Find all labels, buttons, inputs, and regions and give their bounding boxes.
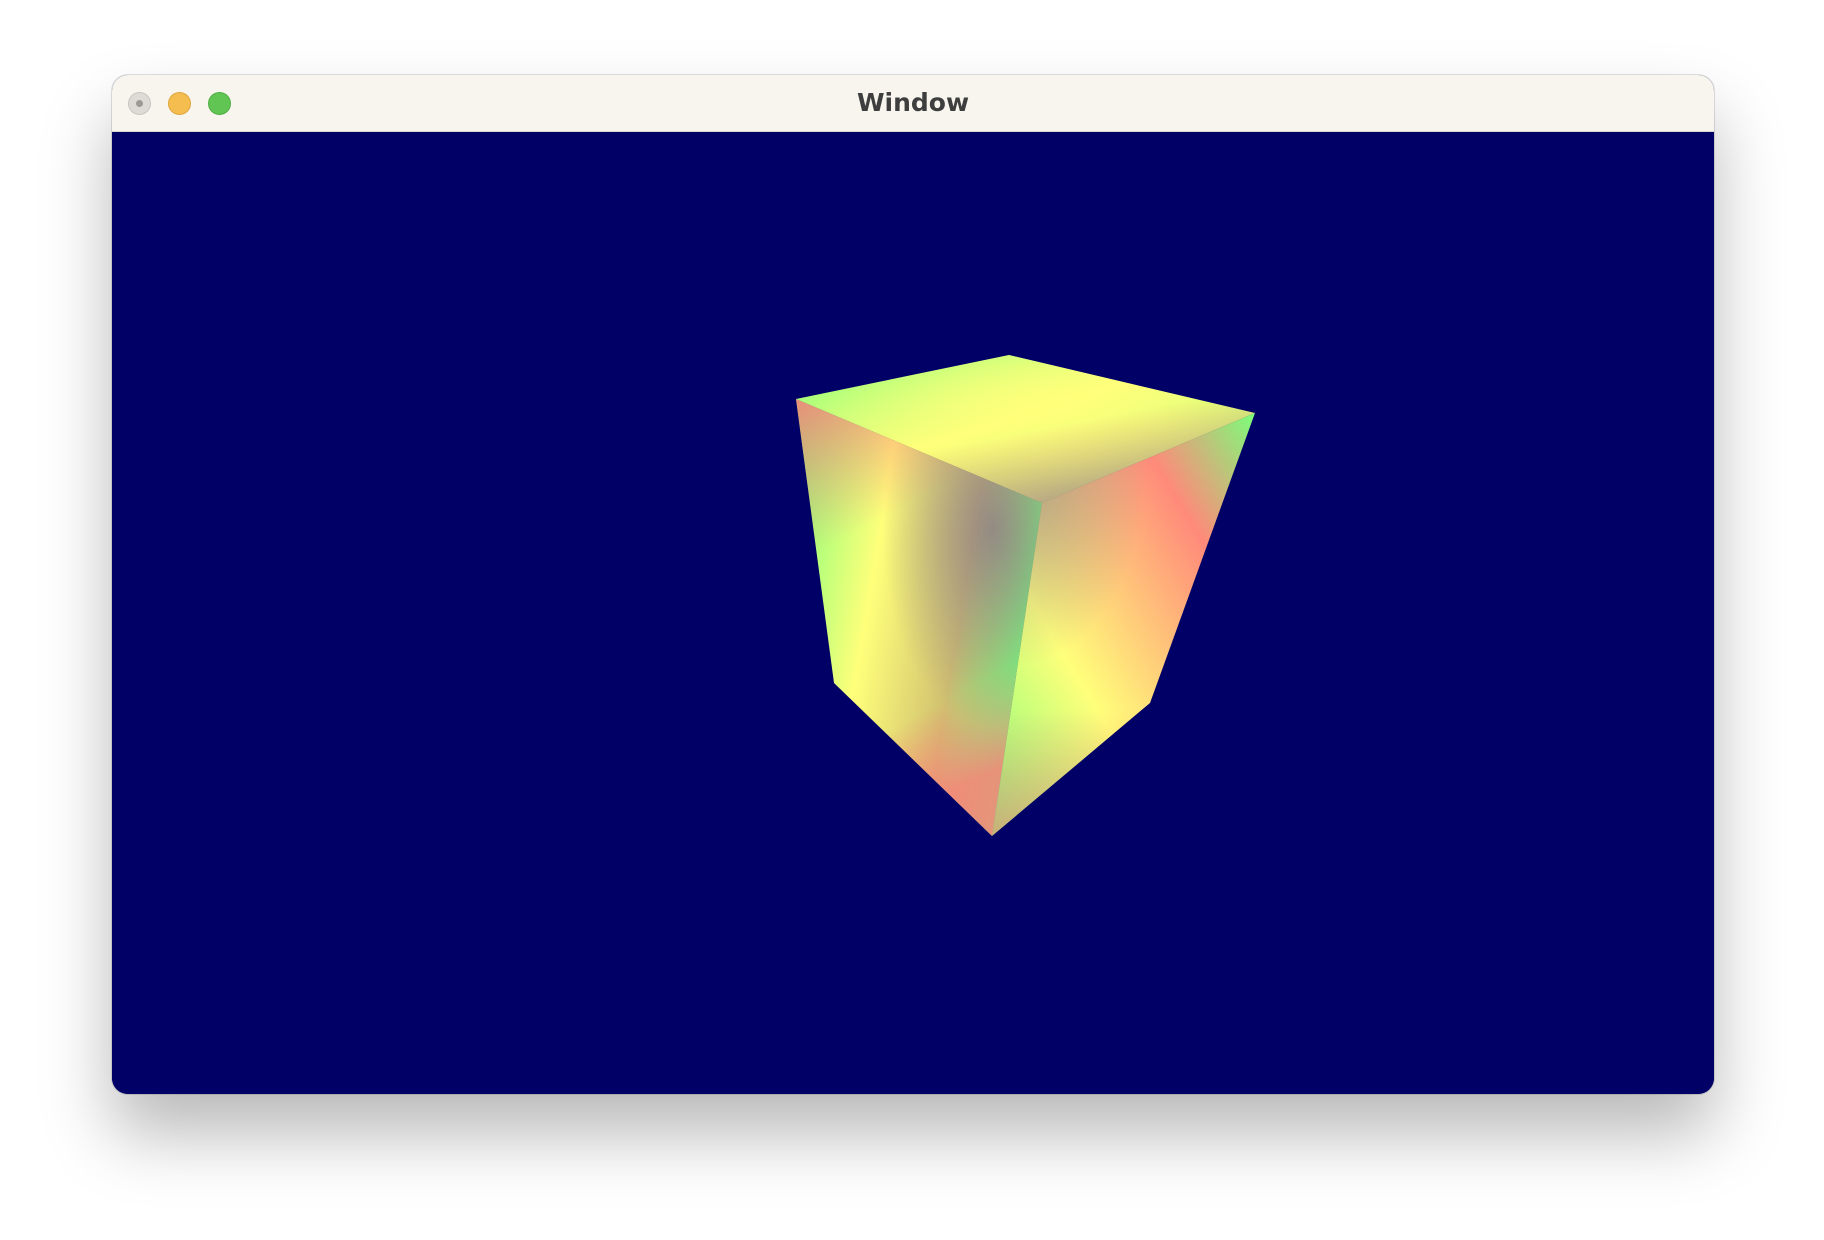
- window-title: Window: [856, 88, 970, 117]
- cube-scene: [796, 355, 1255, 836]
- title-bar[interactable]: Window: [112, 75, 1714, 132]
- app-window[interactable]: Window: [112, 75, 1714, 1094]
- desktop: Window: [0, 0, 1824, 1240]
- render-viewport[interactable]: [112, 132, 1714, 1094]
